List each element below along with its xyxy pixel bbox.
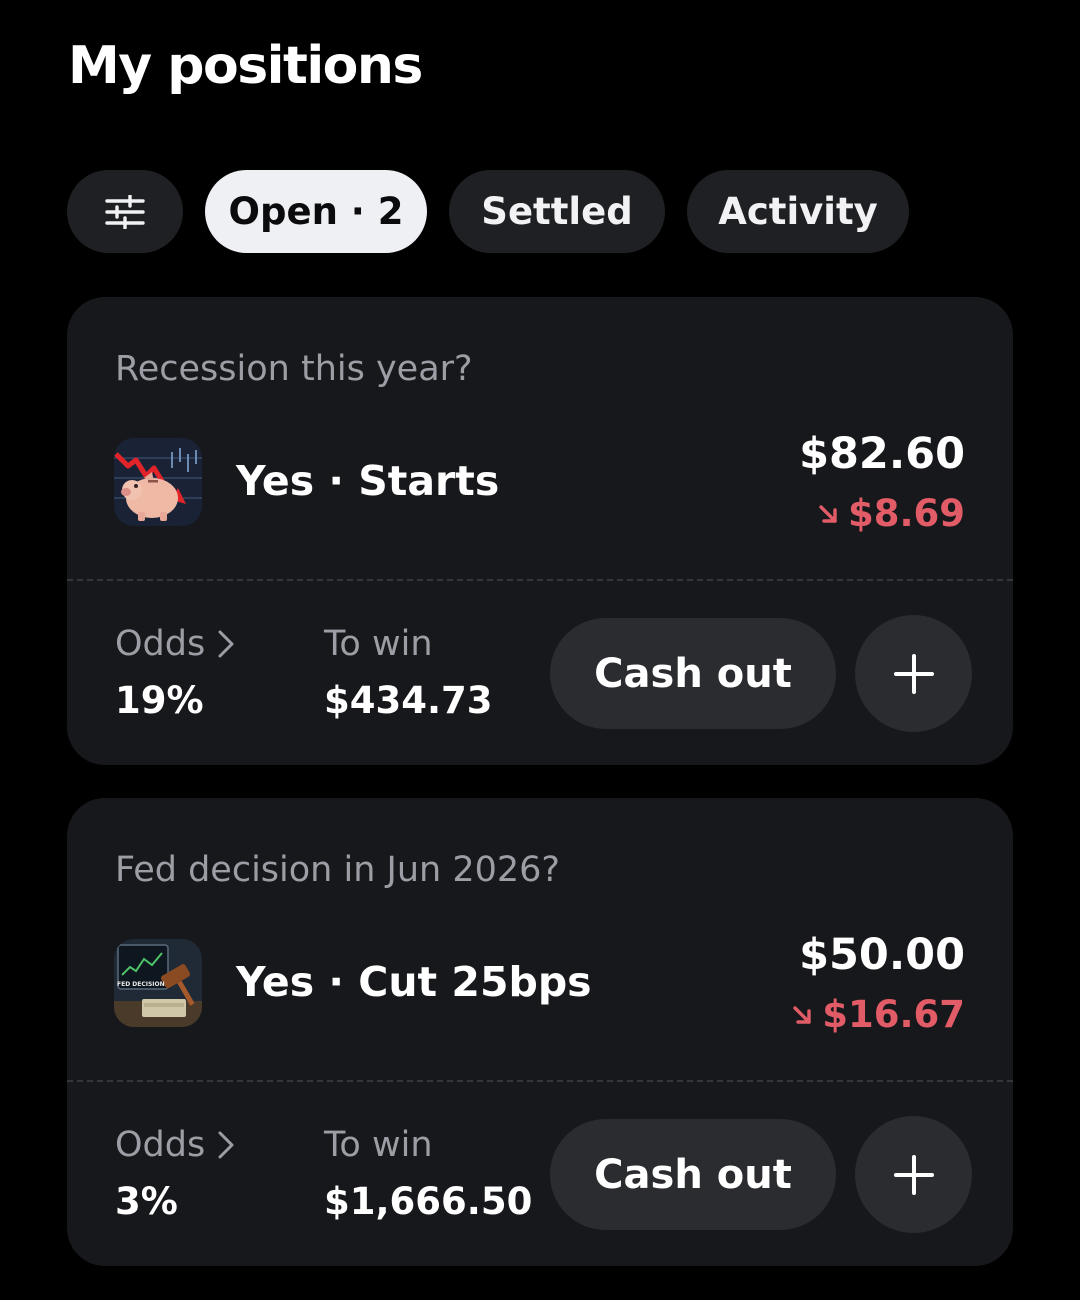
position-value: $50.00: [799, 930, 965, 980]
change-amount: $8.69: [847, 492, 965, 535]
odds-value: 3%: [115, 1180, 178, 1223]
sliders-icon: [104, 194, 146, 229]
market-thumbnail: [114, 438, 202, 526]
thumbnail-caption: FED DECISION: [117, 981, 165, 988]
plus-icon: [893, 653, 934, 694]
position-value: $82.60: [799, 429, 965, 479]
to-win-label: To win: [324, 624, 433, 664]
position-pick: Yes · Cut 25bps: [236, 958, 592, 1006]
chevron-right-icon: [217, 629, 235, 659]
divider: [67, 1080, 1013, 1082]
change-amount: $16.67: [822, 993, 965, 1036]
to-win-value: $1,666.50: [324, 1180, 533, 1223]
market-question[interactable]: Fed decision in Jun 2026?: [115, 850, 560, 890]
filter-button[interactable]: [67, 170, 183, 253]
cash-out-button[interactable]: Cash out: [550, 1119, 836, 1230]
add-to-position-button[interactable]: [855, 1116, 972, 1233]
tab-settled[interactable]: Settled: [449, 170, 665, 253]
position-card[interactable]: Fed decision in Jun 2026? FED DECISION Y…: [67, 798, 1013, 1266]
position-change: $16.67: [790, 993, 965, 1036]
tab-open[interactable]: Open · 2: [205, 170, 427, 253]
add-to-position-button[interactable]: [855, 615, 972, 732]
market-question[interactable]: Recession this year?: [115, 349, 473, 389]
divider: [67, 579, 1013, 581]
position-change: $8.69: [816, 492, 965, 535]
position-card[interactable]: Recession this year? Yes · Starts $82.60…: [67, 297, 1013, 765]
position-pick: Yes · Starts: [236, 457, 500, 505]
odds-label: Odds: [115, 1125, 206, 1165]
tab-activity[interactable]: Activity: [687, 170, 909, 253]
odds-label: Odds: [115, 624, 206, 664]
chevron-right-icon: [217, 1130, 235, 1160]
plus-icon: [893, 1154, 934, 1195]
position-tabs: Open · 2 Settled Activity: [67, 170, 909, 253]
market-thumbnail: FED DECISION: [114, 939, 202, 1027]
arrow-down-right-icon: [816, 502, 840, 526]
odds-link[interactable]: Odds: [115, 1125, 235, 1165]
odds-link[interactable]: Odds: [115, 624, 235, 664]
arrow-down-right-icon: [790, 1003, 814, 1027]
page-title: My positions: [68, 36, 423, 96]
odds-value: 19%: [115, 679, 204, 722]
to-win-label: To win: [324, 1125, 433, 1165]
to-win-value: $434.73: [324, 679, 493, 722]
cash-out-button[interactable]: Cash out: [550, 618, 836, 729]
